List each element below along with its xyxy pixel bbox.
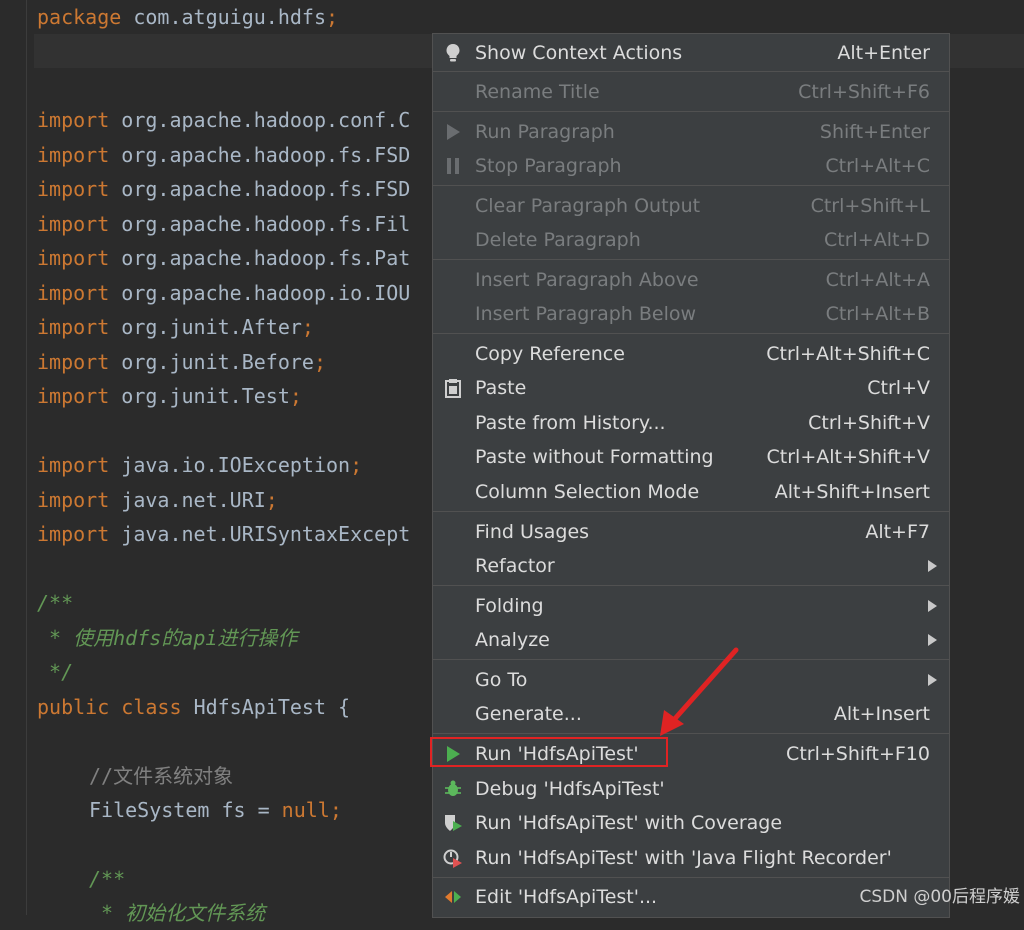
highlight-box xyxy=(430,737,668,767)
menu-item-find-usages[interactable]: Find Usages Alt+F7 xyxy=(433,515,949,549)
code-line-import: import org.apache.hadoop.fs.Pat xyxy=(37,246,411,270)
menu-item-rename-title[interactable]: Rename Title Ctrl+Shift+F6 xyxy=(433,75,949,109)
code-line-import: import org.apache.hadoop.conf.C xyxy=(37,108,411,132)
annotation-arrow xyxy=(660,647,739,736)
code-line-import: import org.apache.hadoop.fs.FSD xyxy=(37,177,411,201)
code-line-doc2-open: /** xyxy=(89,867,126,891)
code-line-import: import org.junit.After; xyxy=(37,315,314,339)
code-line-import: import org.apache.hadoop.fs.Fil xyxy=(37,212,411,236)
menu-item-column-selection[interactable]: Column Selection Mode Alt+Shift+Insert xyxy=(433,475,949,509)
context-menu: Show Context Actions Alt+Enter Rename Ti… xyxy=(432,33,950,918)
submenu-arrow-icon xyxy=(928,674,937,686)
menu-item-insert-below[interactable]: Insert Paragraph Below Ctrl+Alt+B xyxy=(433,297,949,331)
code-line-package: package com.atguigu.hdfs; xyxy=(37,5,339,29)
menu-separator xyxy=(433,585,949,586)
submenu-arrow-icon xyxy=(928,600,937,612)
menu-separator xyxy=(433,877,949,878)
code-line-field: FileSystem fs = null; xyxy=(89,798,342,822)
code-line-doc-open: /** xyxy=(37,591,74,615)
menu-separator xyxy=(433,333,949,334)
code-line-import: import org.junit.Before; xyxy=(37,350,326,374)
code-line-import: import java.io.IOException; xyxy=(37,453,363,477)
edit-config-icon xyxy=(445,891,461,903)
code-line-import: import org.apache.hadoop.io.IOU xyxy=(37,281,411,305)
profiler-icon xyxy=(443,849,462,868)
menu-item-run-jfr[interactable]: Run 'HdfsApiTest' with 'Java Flight Reco… xyxy=(433,841,949,875)
menu-item-folding[interactable]: Folding xyxy=(433,589,949,623)
code-line-doc-close: */ xyxy=(37,660,74,684)
editor-gutter xyxy=(26,0,27,915)
menu-item-refactor[interactable]: Refactor xyxy=(433,549,949,583)
watermark: CSDN @00后程序媛 xyxy=(859,887,1020,907)
menu-item-paste-history[interactable]: Paste from History... Ctrl+Shift+V xyxy=(433,406,949,440)
pause-icon xyxy=(447,158,459,174)
code-line-doc2-text: * 初始化文件系统 xyxy=(89,901,266,925)
code-line-class-decl: public class HdfsApiTest { xyxy=(37,695,351,719)
code-line-import: import java.net.URI; xyxy=(37,488,278,512)
menu-separator xyxy=(433,511,949,512)
debug-icon xyxy=(445,780,461,796)
submenu-arrow-icon xyxy=(928,560,937,572)
menu-item-copy-reference[interactable]: Copy Reference Ctrl+Alt+Shift+C xyxy=(433,337,949,371)
bulb-icon xyxy=(446,44,460,62)
menu-item-insert-above[interactable]: Insert Paragraph Above Ctrl+Alt+A xyxy=(433,263,949,297)
submenu-arrow-icon xyxy=(928,634,937,646)
code-line-import: import org.apache.hadoop.fs.FSD xyxy=(37,143,411,167)
menu-item-clear-output[interactable]: Clear Paragraph Output Ctrl+Shift+L xyxy=(433,189,949,223)
clipboard-icon xyxy=(445,379,461,398)
menu-item-run-coverage[interactable]: Run 'HdfsApiTest' with Coverage xyxy=(433,806,949,840)
menu-item-paste-plain[interactable]: Paste without Formatting Ctrl+Alt+Shift+… xyxy=(433,440,949,474)
code-line-import: import java.net.URISyntaxExcept xyxy=(37,522,411,546)
coverage-icon xyxy=(445,815,462,831)
menu-separator xyxy=(433,111,949,112)
code-line-import: import org.junit.Test; xyxy=(37,384,302,408)
menu-item-paste[interactable]: Paste Ctrl+V xyxy=(433,371,949,405)
menu-item-stop-paragraph[interactable]: Stop Paragraph Ctrl+Alt+C xyxy=(433,149,949,183)
menu-item-run-paragraph[interactable]: Run Paragraph Shift+Enter xyxy=(433,115,949,149)
code-line-doc-text: * 使用hdfs的api进行操作 xyxy=(37,626,298,650)
menu-item-delete-paragraph[interactable]: Delete Paragraph Ctrl+Alt+D xyxy=(433,223,949,257)
menu-separator xyxy=(433,185,949,186)
menu-separator xyxy=(433,71,949,72)
menu-item-debug[interactable]: Debug 'HdfsApiTest' xyxy=(433,772,949,806)
menu-item-show-context-actions[interactable]: Show Context Actions Alt+Enter xyxy=(433,36,949,70)
menu-separator xyxy=(433,259,949,260)
code-line-field-comment: //文件系统对象 xyxy=(89,764,234,788)
run-paragraph-icon xyxy=(447,124,460,140)
